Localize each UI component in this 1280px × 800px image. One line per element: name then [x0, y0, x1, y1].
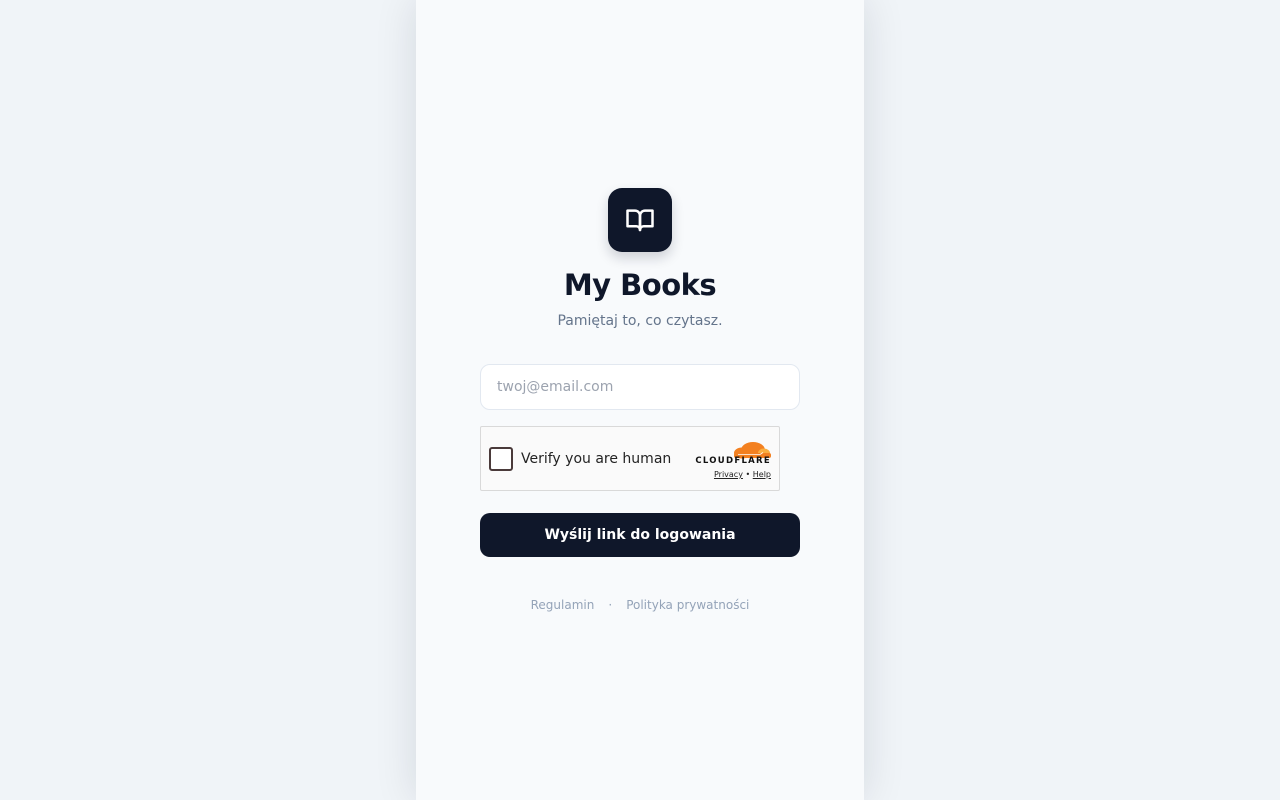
app-title: My Books	[563, 268, 717, 302]
footer-links: Regulamin · Polityka prywatności	[480, 598, 800, 612]
captcha-privacy-link[interactable]: Privacy	[714, 470, 743, 479]
open-book-icon	[626, 209, 654, 232]
captcha-links-separator: •	[745, 470, 751, 479]
captcha-help-link[interactable]: Help	[753, 470, 771, 479]
captcha-widget: Verify you are human CLOUDFLARE Privacy …	[480, 426, 780, 491]
cloudflare-wordmark: CLOUDFLARE	[695, 456, 771, 466]
captcha-label: Verify you are human	[521, 451, 672, 467]
email-input[interactable]	[480, 364, 800, 410]
footer-separator: ·	[608, 598, 613, 612]
app-tagline: Pamiętaj to, co czytasz.	[557, 313, 723, 329]
captcha-links: Privacy • Help	[714, 470, 771, 479]
send-login-link-button[interactable]: Wyślij link do logowania	[480, 513, 800, 557]
app-logo	[608, 188, 672, 252]
login-panel: My Books Pamiętaj to, co czytasz. Verify…	[416, 0, 864, 800]
captcha-checkbox[interactable]	[489, 447, 513, 471]
terms-link[interactable]: Regulamin	[531, 598, 595, 612]
privacy-policy-link[interactable]: Polityka prywatności	[626, 598, 749, 612]
